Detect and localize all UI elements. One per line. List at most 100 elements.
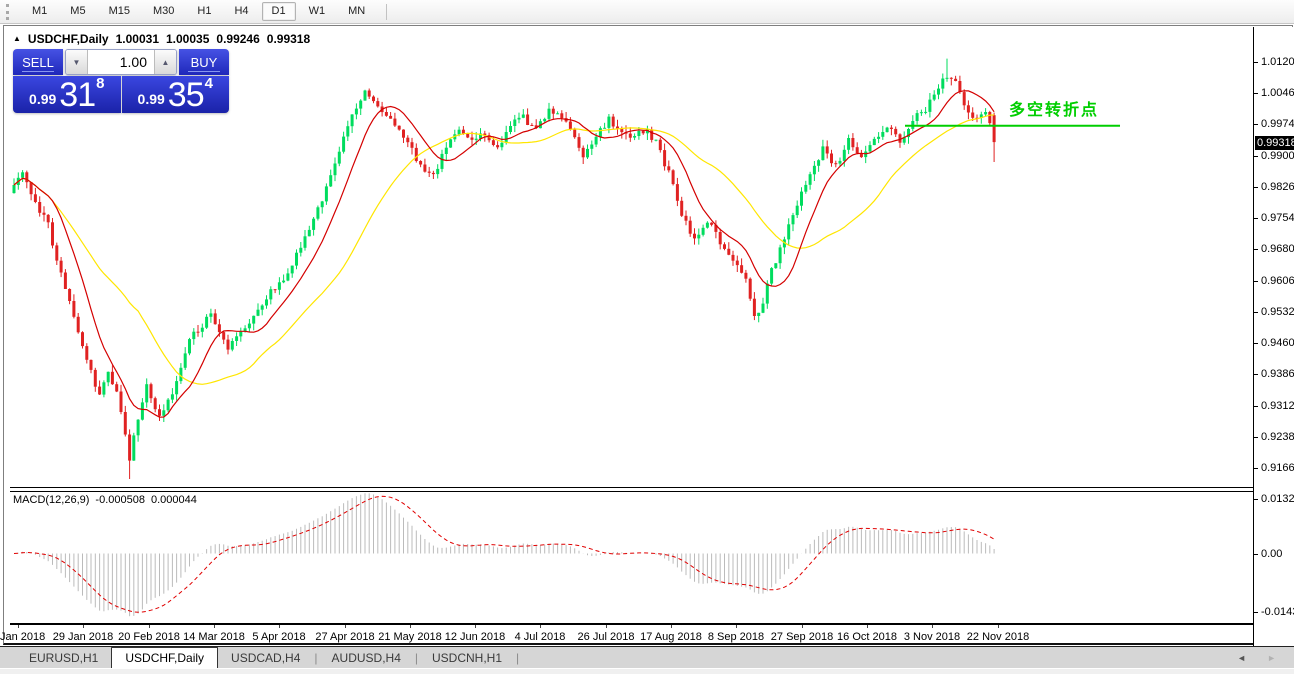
candle-body <box>269 289 273 300</box>
tab-scroll-left-icon[interactable]: ◄ <box>1237 654 1246 663</box>
tab-usdcnh-h1[interactable]: USDCNH,H1 <box>419 647 515 669</box>
current-price-tag: 0.99318 <box>1255 136 1294 150</box>
buy-price-button[interactable]: 0.99 35 4 <box>121 76 229 113</box>
tab-eurusd-h1[interactable]: EURUSD,H1 <box>16 647 111 669</box>
candle-body <box>98 386 102 395</box>
candle-body <box>12 185 16 194</box>
volume-decrease-button[interactable]: ▼ <box>66 50 88 74</box>
candle-body <box>110 371 114 385</box>
tab-usdcad-h4[interactable]: USDCAD,H4 <box>218 647 313 669</box>
timeframe-m30[interactable]: M30 <box>143 2 184 21</box>
date-tick-label: 17 Aug 2018 <box>640 631 702 643</box>
collapse-panel-icon[interactable]: ▲ <box>13 35 21 43</box>
timeframe-m5[interactable]: M5 <box>60 2 95 21</box>
tab-audusd-h4[interactable]: AUDUSD,H4 <box>319 647 414 669</box>
ma-10-line <box>13 90 995 418</box>
candle-body <box>123 412 127 435</box>
volume-input[interactable]: 1.00 <box>88 50 154 74</box>
candle-body <box>277 282 281 290</box>
candle-body <box>680 200 684 216</box>
timeframe-w1[interactable]: W1 <box>299 2 336 21</box>
sell-price-button[interactable]: 0.99 31 8 <box>13 76 121 113</box>
candle-body <box>586 148 589 158</box>
candle-body <box>303 236 307 248</box>
tab-scroll-right-icon[interactable]: ► <box>1267 654 1276 663</box>
timeframe-mn[interactable]: MN <box>338 2 375 21</box>
candle-body <box>812 165 816 175</box>
candle-body <box>209 313 213 317</box>
timeframe-h1[interactable]: H1 <box>187 2 221 21</box>
price-tick-mark <box>1254 374 1258 375</box>
chart-tab-bar: EURUSD,H1 USDCHF,Daily USDCAD,H4 | AUDUSD,H4… <box>0 646 1294 674</box>
candle-body <box>684 215 688 221</box>
date-tick-label: 27 Sep 2018 <box>770 631 834 643</box>
timeframe-m15[interactable]: M15 <box>99 2 140 21</box>
candle-body <box>247 323 251 329</box>
candle-body <box>33 194 37 202</box>
tab-usdchf-daily[interactable]: USDCHF,Daily <box>111 647 219 669</box>
candle-body <box>363 90 367 101</box>
candle-body <box>188 339 191 354</box>
timeframe-h4[interactable]: H4 <box>224 2 258 21</box>
candle-body <box>817 160 821 166</box>
candle-body <box>791 215 795 225</box>
candle-body <box>183 353 187 368</box>
date-tick-label: 8 Sep 2018 <box>707 631 765 643</box>
candle-body <box>440 153 444 169</box>
date-tick-mark <box>214 625 215 628</box>
date-tick-mark <box>932 625 933 628</box>
price-tick-mark <box>1254 62 1258 63</box>
candle-body <box>547 108 551 119</box>
candle-body <box>568 121 572 130</box>
price-tick-label: 1.01200 <box>1261 56 1294 68</box>
candle-body <box>675 184 679 201</box>
candle-body <box>337 151 341 164</box>
candle-body <box>556 113 560 115</box>
price-tick-label: 0.96060 <box>1261 275 1294 287</box>
price-tick-label: 1.00460 <box>1261 87 1294 99</box>
timeframe-buttons: M1 M5 M15 M30 H1 H4 D1 W1 MN <box>22 2 378 21</box>
candle-body <box>735 260 739 266</box>
candle-body <box>119 391 123 412</box>
candle-body <box>658 139 662 151</box>
annotation-text: 多空转折点 <box>1009 100 1099 119</box>
price-tick-label: 0.95320 <box>1261 306 1294 318</box>
date-tick-mark <box>802 625 803 628</box>
date-tick-label: 5 Apr 2018 <box>252 631 306 643</box>
candle-body <box>551 108 555 114</box>
candle-body <box>252 315 256 324</box>
candle-body <box>504 132 508 143</box>
macd-histogram <box>17 493 995 617</box>
price-tick-mark <box>1254 249 1258 250</box>
candle-body <box>855 147 859 154</box>
candle-body <box>393 118 397 126</box>
price-tick-mark <box>1254 187 1258 188</box>
buy-button[interactable]: BUY <box>179 49 229 75</box>
macd-chart[interactable] <box>10 490 1253 622</box>
candle-body <box>894 128 898 135</box>
candle-body <box>958 81 962 93</box>
quote-low: 0.99246 <box>216 32 260 46</box>
timeframe-m1[interactable]: M1 <box>22 2 57 21</box>
price-tick-mark <box>1254 343 1258 344</box>
toolbar-grip[interactable] <box>6 3 13 20</box>
volume-increase-button[interactable]: ▲ <box>154 50 176 74</box>
price-axis: 0.99318 1.01200 1.00460 0.99740 0.99000 0.98… <box>1253 27 1294 647</box>
candle-body <box>697 234 701 239</box>
candle-body <box>474 138 478 140</box>
candle-body <box>431 172 435 175</box>
candle-body <box>830 153 833 164</box>
candle-body <box>577 137 581 148</box>
candle-body <box>59 260 63 273</box>
timeframe-d1[interactable]: D1 <box>261 2 296 21</box>
candle-body <box>881 132 885 137</box>
sell-button[interactable]: SELL <box>13 49 63 75</box>
chart-window: ▲ USDCHF,Daily 1.00031 1.00035 0.99246 0… <box>0 25 1294 647</box>
price-tick-mark <box>1254 93 1258 94</box>
candle-body <box>521 114 525 118</box>
macd-tick-label: -0.01431 <box>1261 606 1294 618</box>
candle-body <box>367 90 371 97</box>
candle-body <box>115 384 119 392</box>
candle-body <box>924 111 928 113</box>
candle-body <box>641 130 645 134</box>
